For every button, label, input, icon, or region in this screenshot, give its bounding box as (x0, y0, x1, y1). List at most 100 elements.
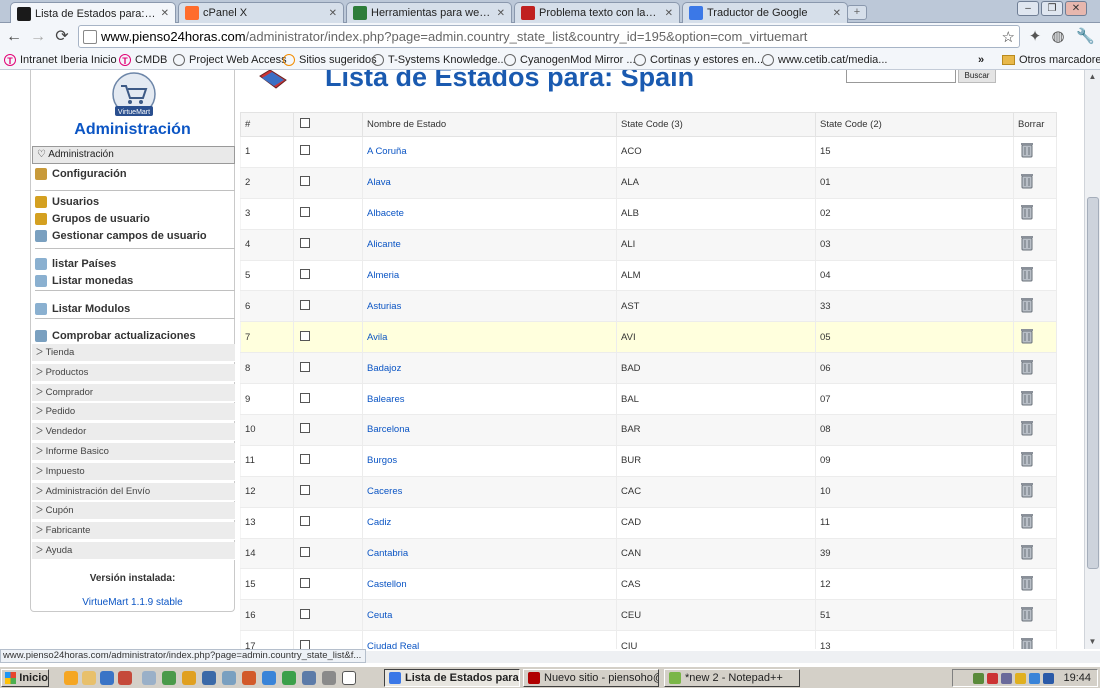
trash-icon[interactable] (1020, 544, 1034, 560)
quicklaunch-icon[interactable] (118, 671, 132, 685)
close-window-button[interactable]: ✕ (1065, 1, 1087, 16)
sidebar-link[interactable]: listar Países (35, 256, 116, 271)
sidebar-section[interactable]: ᐳ Cupón (32, 502, 235, 521)
tray-icon[interactable] (1043, 672, 1055, 684)
sidebar-section[interactable]: ᐳ Informe Basico (32, 443, 235, 461)
trash-icon[interactable] (1020, 482, 1034, 498)
trash-icon[interactable] (1020, 266, 1034, 282)
scroll-up-icon[interactable]: ▲ (1085, 70, 1100, 84)
row-checkbox[interactable] (300, 299, 310, 310)
tray-icon[interactable] (1001, 672, 1013, 684)
state-name-link[interactable]: Ciudad Real (367, 641, 419, 649)
row-checkbox[interactable] (300, 423, 310, 434)
quicklaunch-icon[interactable] (222, 671, 236, 685)
quicklaunch-icon[interactable] (202, 671, 216, 685)
bookmark-star-icon[interactable]: ☆ (1002, 28, 1015, 46)
horizontal-scrollbar[interactable] (366, 651, 1100, 663)
row-checkbox[interactable] (300, 330, 310, 341)
sidebar-section[interactable]: ᐳ Vendedor (32, 423, 235, 442)
close-tab-icon[interactable]: ✕ (497, 8, 505, 19)
taskbar-task[interactable]: Lista de Estados para:... (384, 669, 520, 687)
row-checkbox[interactable] (300, 639, 310, 649)
bookmark-item[interactable]: CyanogenMod Mirror ... (504, 52, 636, 68)
state-name-link[interactable]: Almeria (367, 270, 399, 281)
row-checkbox[interactable] (300, 516, 310, 527)
state-name-link[interactable]: Albacete (367, 208, 404, 219)
sidebar-section[interactable]: ᐳ Comprador (32, 383, 235, 402)
state-name-link[interactable]: Cadiz (367, 517, 391, 528)
trash-icon[interactable] (1020, 513, 1034, 529)
globe-extension-icon[interactable]: ◍ (1049, 28, 1067, 46)
extension-icon[interactable]: ✦ (1026, 28, 1044, 46)
row-checkbox[interactable] (300, 207, 310, 218)
browser-tab[interactable]: Lista de Estados para: Spain ✕ (10, 2, 176, 24)
sidebar-section[interactable]: ᐳ Productos (32, 363, 235, 382)
row-checkbox[interactable] (300, 577, 310, 588)
reload-icon[interactable]: ⟳ (52, 27, 72, 47)
tray-icon[interactable] (1029, 672, 1041, 684)
bookmark-item[interactable]: T CMDB (119, 52, 167, 68)
address-bar[interactable]: www.pienso24horas.com/administrator/inde… (78, 25, 1020, 48)
row-checkbox[interactable] (300, 145, 310, 156)
trash-icon[interactable] (1020, 420, 1034, 436)
trash-icon[interactable] (1020, 235, 1034, 251)
maximize-button[interactable]: ❐ (1041, 1, 1063, 16)
quicklaunch-icon[interactable] (142, 671, 156, 685)
forward-icon[interactable]: → (28, 27, 48, 47)
row-checkbox[interactable] (300, 361, 310, 372)
scroll-thumb[interactable] (1087, 197, 1099, 569)
state-name-link[interactable]: Ceuta (367, 610, 392, 621)
state-name-link[interactable]: Caceres (367, 486, 402, 497)
quicklaunch-icon[interactable] (182, 671, 196, 685)
quicklaunch-icon[interactable] (242, 671, 256, 685)
bookmark-item[interactable]: Sitios sugeridos (283, 52, 377, 68)
quicklaunch-icon[interactable] (342, 671, 356, 685)
state-name-link[interactable]: Alava (367, 177, 391, 188)
sidebar-link[interactable]: Gestionar campos de usuario (35, 228, 207, 243)
bookmark-item[interactable]: Project Web Access (173, 52, 287, 68)
trash-icon[interactable] (1020, 173, 1034, 189)
tray-icon[interactable] (1015, 672, 1027, 684)
trash-icon[interactable] (1020, 142, 1034, 158)
close-tab-icon[interactable]: ✕ (329, 8, 337, 19)
quicklaunch-icon[interactable] (282, 671, 296, 685)
sidebar-link[interactable]: Comprobar actualizaciones (35, 328, 196, 343)
search-button[interactable]: Buscar (958, 70, 996, 83)
more-bookmarks-button[interactable]: » (978, 52, 984, 68)
tray-icon[interactable] (987, 672, 999, 684)
browser-tab[interactable]: Traductor de Google ✕ (682, 2, 848, 23)
scroll-down-icon[interactable]: ▼ (1085, 635, 1100, 649)
state-name-link[interactable]: Cantabria (367, 548, 408, 559)
sidebar-link[interactable]: Grupos de usuario (35, 211, 150, 226)
trash-icon[interactable] (1020, 204, 1034, 220)
bookmark-item[interactable]: T Intranet Iberia Inicio (4, 52, 117, 68)
close-tab-icon[interactable]: ✕ (665, 8, 673, 19)
row-checkbox[interactable] (300, 454, 310, 465)
bookmark-item[interactable]: T-Systems Knowledge... (372, 52, 507, 68)
state-name-link[interactable]: Castellon (367, 579, 407, 590)
browser-tab[interactable]: Problema texto con las tildes... ✕ (514, 2, 680, 23)
column-header[interactable] (293, 112, 363, 137)
trash-icon[interactable] (1020, 328, 1034, 344)
row-checkbox[interactable] (300, 608, 310, 619)
tray-icon[interactable] (973, 672, 985, 684)
state-name-link[interactable]: Avila (367, 332, 387, 343)
sidebar-section[interactable]: ᐳ Administración del Envío (32, 482, 235, 501)
trash-icon[interactable] (1020, 359, 1034, 375)
start-button[interactable]: Inicio (1, 669, 49, 687)
minimize-button[interactable]: – (1017, 1, 1039, 16)
state-name-link[interactable]: Badajoz (367, 363, 401, 374)
taskbar-task[interactable]: Nuevo sitio - piensoho@... (523, 669, 659, 687)
quicklaunch-icon[interactable] (100, 671, 114, 685)
trash-icon[interactable] (1020, 390, 1034, 406)
state-name-link[interactable]: A Coruña (367, 146, 407, 157)
state-name-link[interactable]: Asturias (367, 301, 401, 312)
sidebar-section[interactable]: ᐳ Pedido (32, 403, 235, 422)
state-name-link[interactable]: Alicante (367, 239, 401, 250)
sidebar-link[interactable]: Listar Modulos (35, 301, 130, 316)
row-checkbox[interactable] (300, 176, 310, 187)
trash-icon[interactable] (1020, 451, 1034, 467)
search-input[interactable] (846, 70, 956, 83)
admin-toggle[interactable]: ♡ Administración (32, 146, 235, 164)
sidebar-section[interactable]: ᐳ Ayuda (32, 542, 235, 560)
